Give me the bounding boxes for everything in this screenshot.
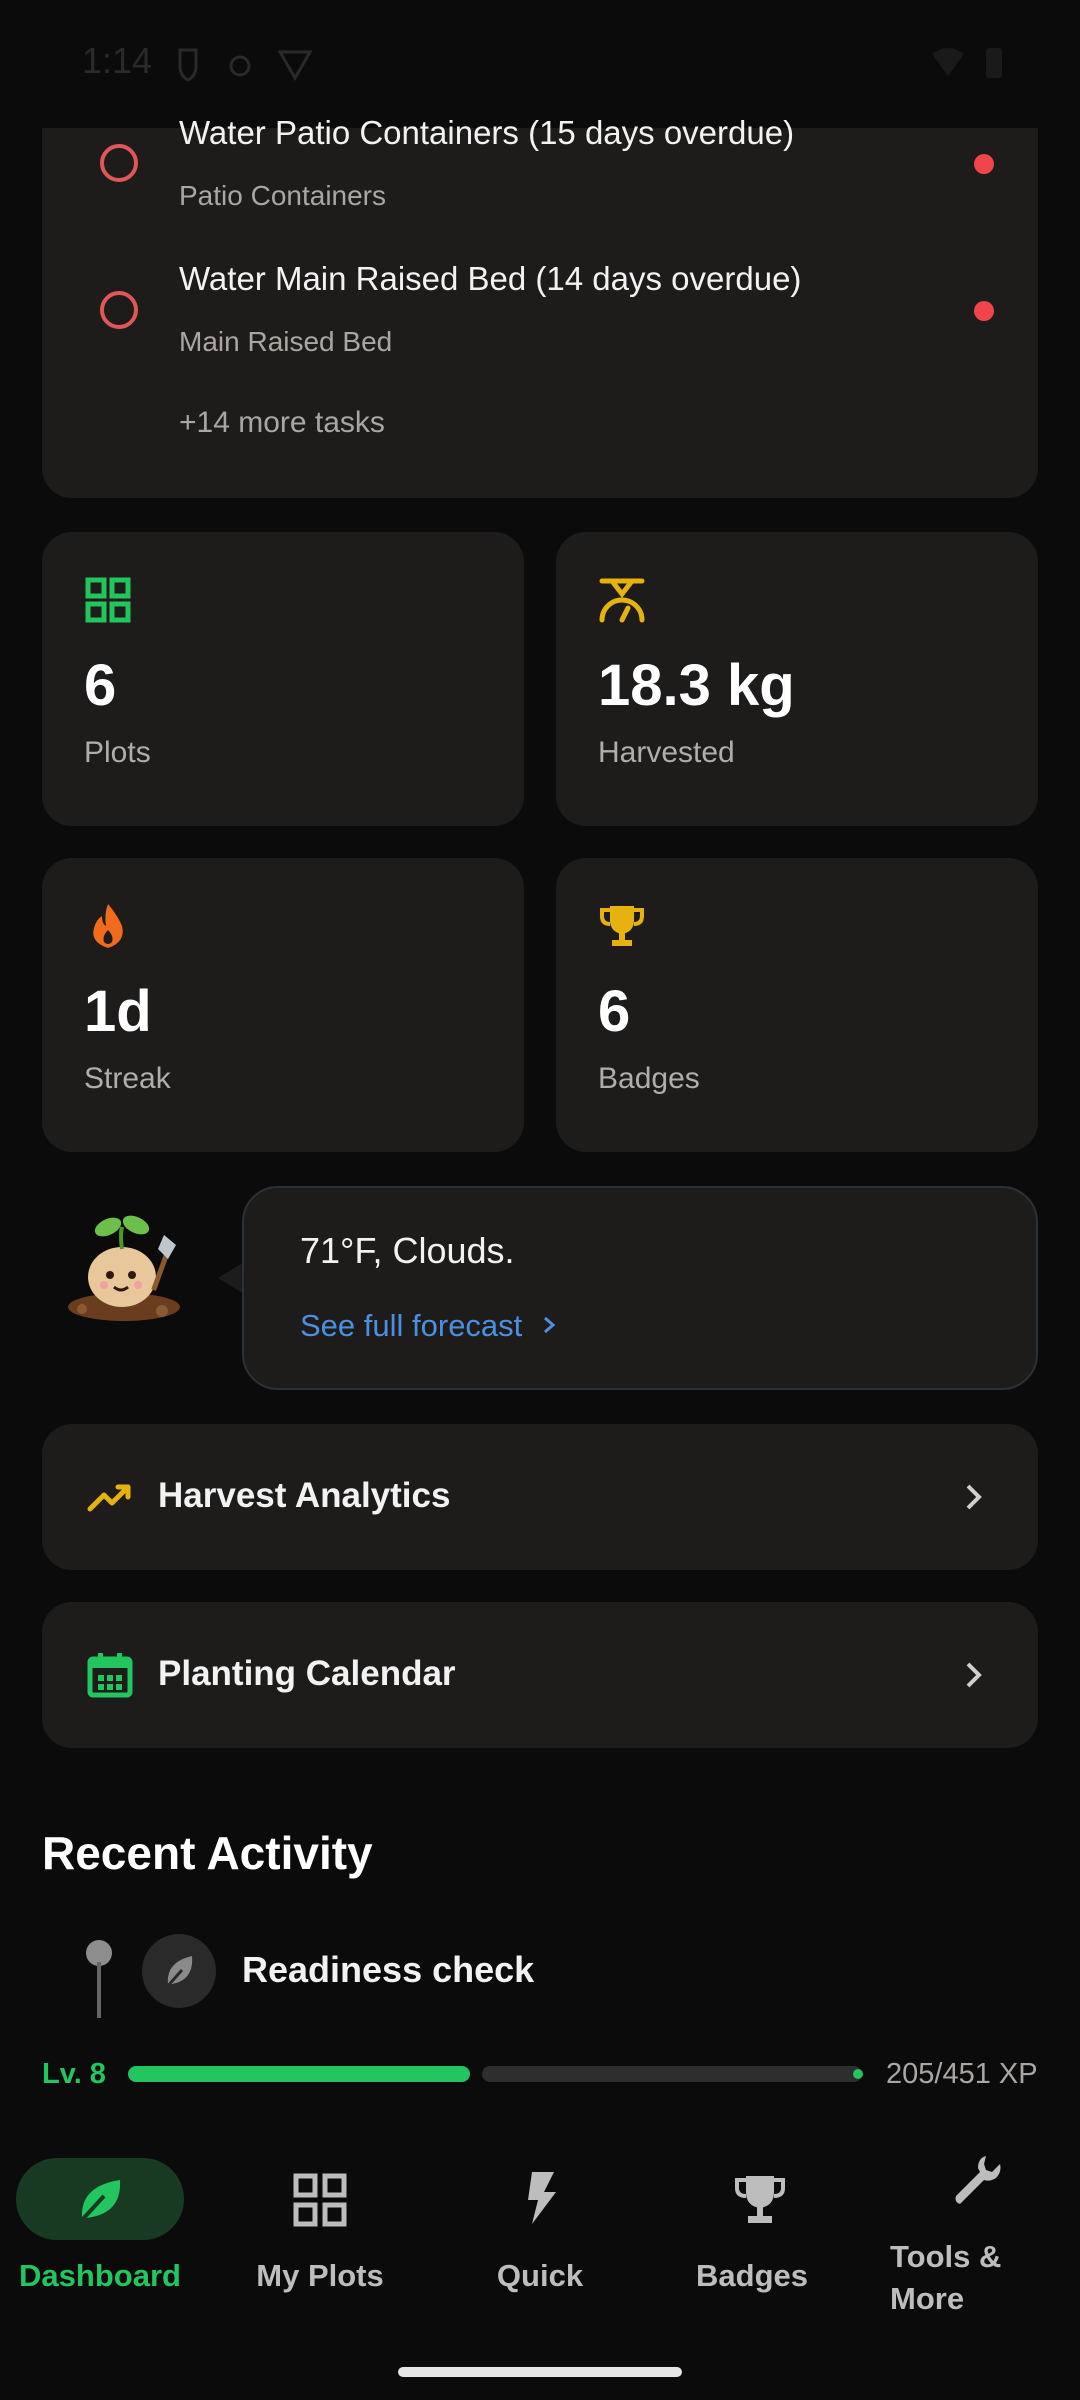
stat-label: Streak bbox=[84, 1062, 171, 1095]
chevron-right-icon bbox=[954, 1655, 994, 1695]
home-indicator[interactable] bbox=[398, 2367, 682, 2377]
mascot-seedling-image bbox=[62, 1205, 192, 1325]
task-checkbox[interactable] bbox=[100, 291, 138, 329]
stat-value: 1d bbox=[84, 979, 152, 1044]
bottom-navigation: Dashboard My Plots Quick Badges Tools & … bbox=[0, 2122, 1080, 2400]
card-label: Harvest Analytics bbox=[158, 1476, 451, 1515]
stat-label: Badges bbox=[598, 1062, 700, 1095]
task-title: Water Main Raised Bed (14 days overdue) bbox=[179, 260, 802, 297]
nav-label: Dashboard bbox=[19, 2258, 181, 2293]
grid-icon bbox=[84, 576, 132, 624]
stat-label: Harvested bbox=[598, 736, 735, 769]
nav-label: Tools & More bbox=[890, 2239, 1002, 2316]
xp-progress-fill bbox=[128, 2066, 470, 2082]
status-system-icons bbox=[930, 44, 1010, 84]
stat-label: Plots bbox=[84, 736, 151, 769]
status-time: 1:14 bbox=[82, 40, 153, 81]
trophy-icon bbox=[598, 902, 646, 950]
recent-activity-title: Recent Activity bbox=[42, 1827, 373, 1879]
status-notification-icons bbox=[170, 44, 320, 84]
calendar-icon bbox=[86, 1651, 134, 1699]
forecast-link-label: See full forecast bbox=[300, 1308, 523, 1343]
tasks-card: Water Patio Containers (15 days overdue)… bbox=[42, 114, 1038, 498]
xp-progress-track bbox=[482, 2066, 862, 2082]
activity-item-label[interactable]: Readiness check bbox=[242, 1949, 534, 1991]
leaf-icon bbox=[72, 2172, 128, 2228]
task-subtitle: Patio Containers bbox=[179, 180, 387, 211]
trending-up-icon bbox=[86, 1473, 134, 1521]
stat-card-streak[interactable]: 1d Streak bbox=[42, 858, 524, 1152]
grid-icon bbox=[292, 2172, 348, 2228]
weather-bubble: 71°F, Clouds. See full forecast bbox=[242, 1186, 1038, 1390]
task-item[interactable]: Water Patio Containers (15 days overdue)… bbox=[42, 114, 1038, 268]
weather-summary: 71°F, Clouds. bbox=[300, 1230, 515, 1271]
overdue-dot bbox=[974, 301, 994, 321]
overdue-dot bbox=[974, 154, 994, 174]
more-tasks-link[interactable]: +14 more tasks bbox=[179, 406, 385, 440]
nav-label: My Plots bbox=[256, 2258, 384, 2293]
leaf-icon bbox=[142, 1934, 216, 2008]
status-bar: 1:14 bbox=[0, 0, 1080, 128]
trophy-icon bbox=[732, 2172, 788, 2228]
xp-text: 205/451 XP bbox=[886, 2058, 1038, 2090]
nav-my-plots[interactable]: My Plots bbox=[212, 2122, 428, 2322]
stat-value: 6 bbox=[598, 979, 631, 1044]
stat-card-badges[interactable]: 6 Badges bbox=[556, 858, 1038, 1152]
scale-icon bbox=[598, 576, 646, 624]
flame-icon bbox=[84, 902, 132, 950]
task-checkbox[interactable] bbox=[100, 144, 138, 182]
nav-quick[interactable]: Quick bbox=[432, 2122, 648, 2322]
bubble-tail bbox=[218, 1262, 244, 1294]
wrench-icon bbox=[950, 2152, 1006, 2208]
nav-label: Quick bbox=[496, 2258, 584, 2293]
nav-badges[interactable]: Badges bbox=[652, 2122, 868, 2322]
planting-calendar-card[interactable]: Planting Calendar bbox=[42, 1602, 1038, 1748]
chevron-right-icon bbox=[954, 1477, 994, 1517]
task-subtitle: Main Raised Bed bbox=[179, 326, 393, 357]
full-forecast-link[interactable]: See full forecast bbox=[300, 1308, 557, 1344]
task-item[interactable]: Water Main Raised Bed (14 days overdue) … bbox=[42, 260, 1038, 408]
chevron-right-icon bbox=[541, 1308, 557, 1344]
task-title: Water Patio Containers (15 days overdue) bbox=[179, 114, 795, 151]
nav-label: Badges bbox=[696, 2258, 808, 2293]
harvest-analytics-card[interactable]: Harvest Analytics bbox=[42, 1424, 1038, 1570]
stat-card-plots[interactable]: 6 Plots bbox=[42, 532, 524, 826]
stat-value: 18.3 kg bbox=[598, 653, 795, 718]
level-label: Lv. 8 bbox=[42, 2058, 106, 2090]
nav-tools-more[interactable]: Tools & More bbox=[864, 2122, 1080, 2322]
timeline-line bbox=[97, 1962, 101, 2018]
stat-value: 6 bbox=[84, 653, 117, 718]
nav-dashboard[interactable]: Dashboard bbox=[0, 2122, 216, 2322]
xp-end-marker bbox=[853, 2069, 863, 2079]
card-label: Planting Calendar bbox=[158, 1654, 456, 1693]
bolt-icon bbox=[512, 2170, 568, 2226]
stat-card-harvested[interactable]: 18.3 kg Harvested bbox=[556, 532, 1038, 826]
